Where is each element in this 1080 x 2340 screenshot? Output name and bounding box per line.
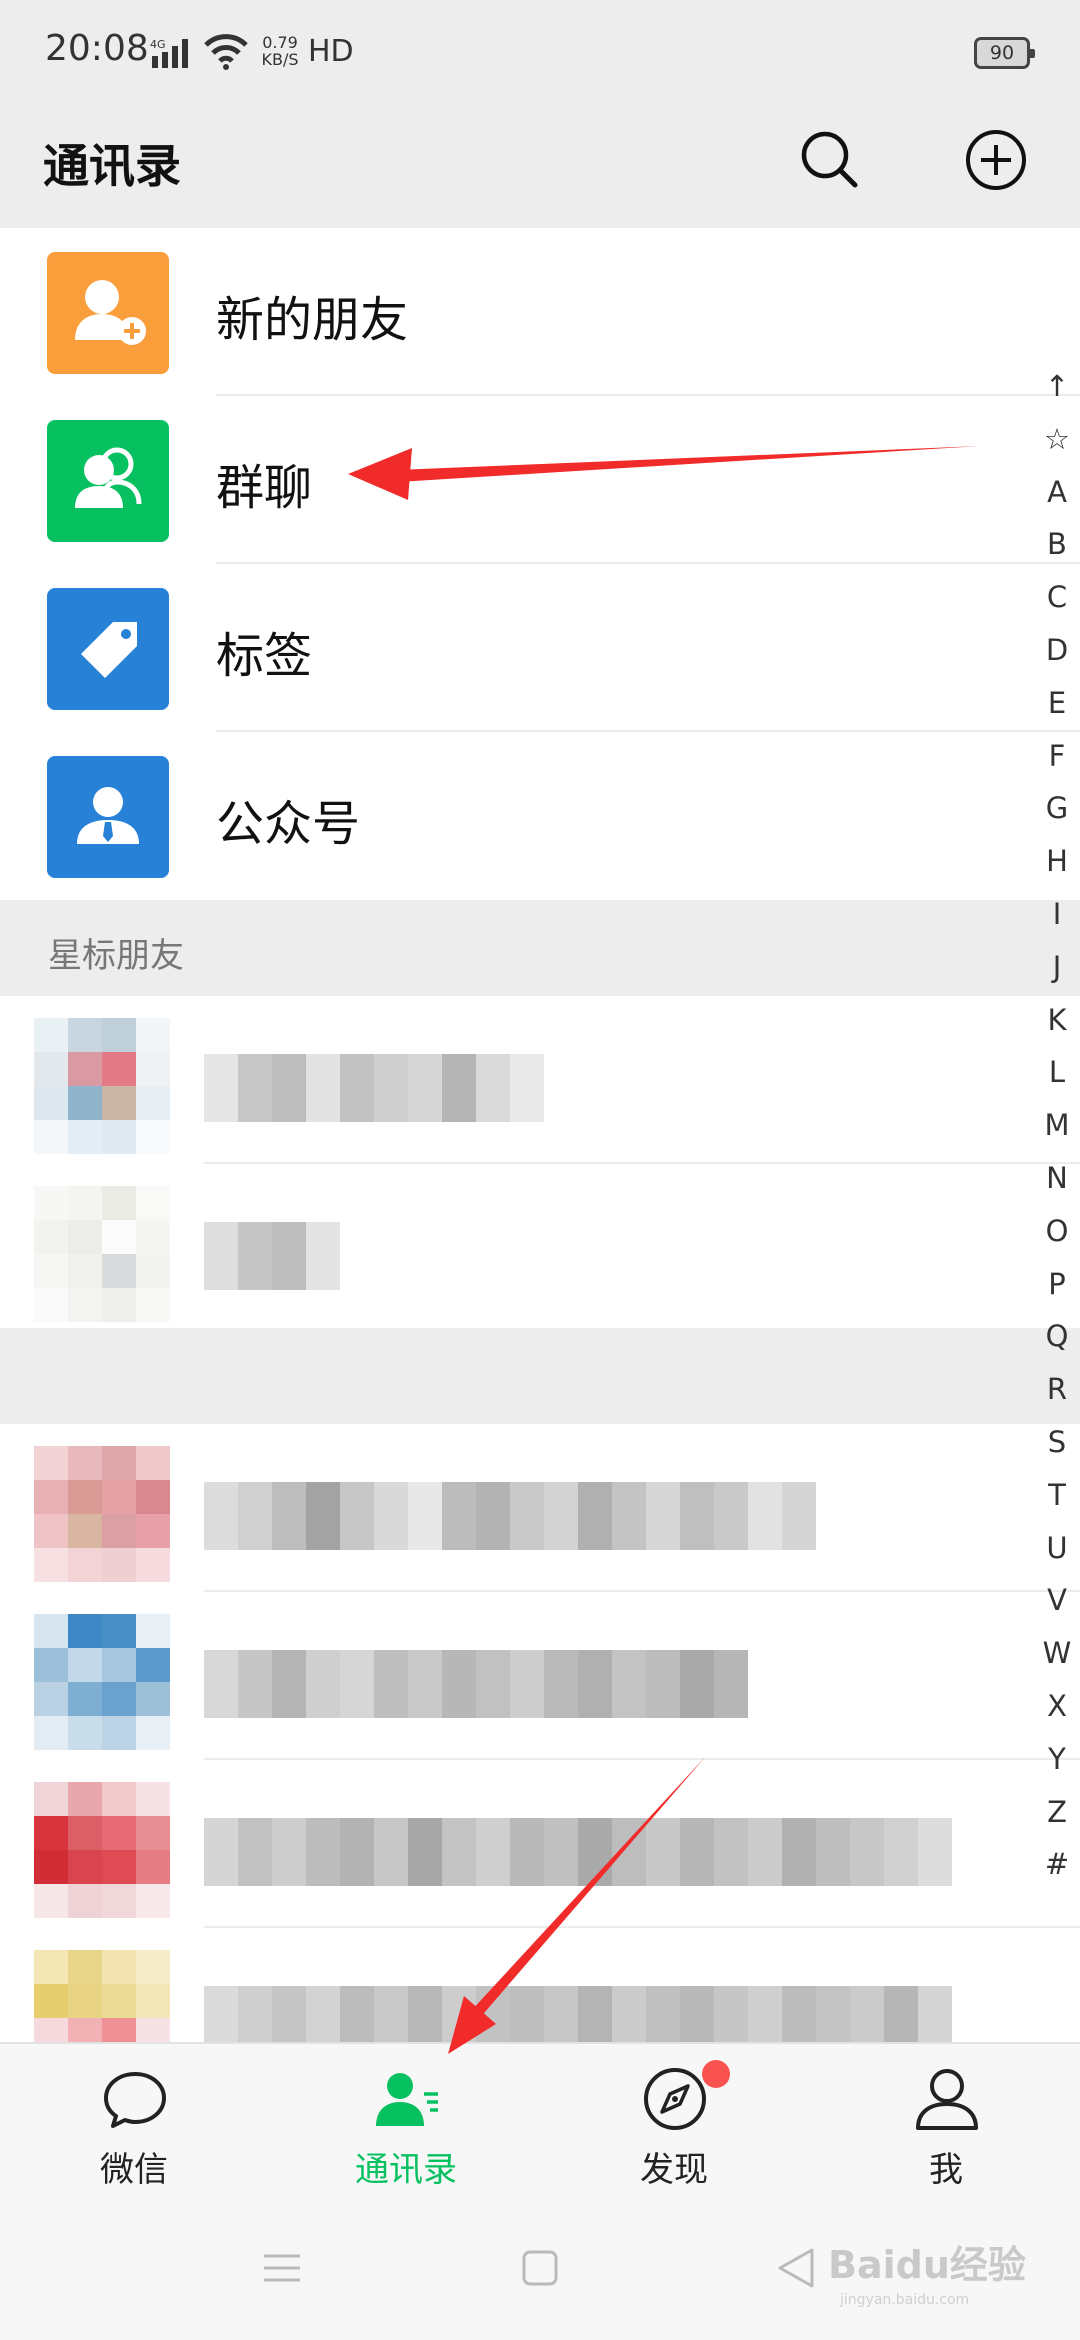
network-speed-unit: KB/S — [261, 50, 299, 69]
tab-discover[interactable]: 发现 — [574, 2044, 774, 2200]
system-navigation-bar: Baidu经验 jingyan.baidu.com — [0, 2198, 1080, 2340]
tag-icon — [47, 588, 169, 710]
index-letter[interactable]: B — [1034, 518, 1080, 571]
index-letter[interactable]: I — [1034, 888, 1080, 941]
baidu-watermark: Baidu经验 jingyan.baidu.com — [828, 2243, 1026, 2308]
index-letter[interactable]: G — [1034, 782, 1080, 835]
feature-label: 群聊 — [216, 460, 313, 516]
tab-me[interactable]: 我 — [846, 2044, 1046, 2200]
index-letter[interactable]: F — [1034, 730, 1080, 783]
list-item-group-chats[interactable]: 群聊 — [0, 396, 1080, 564]
feature-list: 新的朋友 群聊 标签 公众号 — [0, 228, 1080, 900]
list-item-tags[interactable]: 标签 — [0, 564, 1080, 732]
alphabet-index[interactable]: ↑ ☆ A B C D E F G H I J K L M N O P Q R S T U V W X Y Z # — [1034, 360, 1080, 1891]
status-bar: 20:08 4G 0.79 KB/S HD 90 — [0, 0, 1080, 108]
group-chat-icon — [47, 420, 169, 542]
bottom-tab-bar: 微信 通讯录 发现 我 — [0, 2042, 1080, 2198]
index-letter[interactable]: C — [1034, 571, 1080, 624]
list-item-new-friends[interactable]: 新的朋友 — [0, 228, 1080, 396]
avatar — [34, 1782, 170, 1918]
blurred-name — [204, 1986, 952, 2042]
index-letter[interactable]: ☆ — [1034, 413, 1080, 466]
index-letter[interactable]: L — [1034, 1046, 1080, 1099]
chat-bubble-icon — [104, 2072, 166, 2128]
avatar — [34, 1950, 170, 2042]
index-letter[interactable]: # — [1034, 1838, 1080, 1891]
page-title: 通讯录 — [43, 139, 181, 193]
index-letter[interactable]: J — [1034, 941, 1080, 994]
avatar — [34, 1614, 170, 1750]
index-letter[interactable]: S — [1034, 1416, 1080, 1469]
index-letter[interactable]: P — [1034, 1258, 1080, 1311]
feature-label: 标签 — [216, 628, 313, 684]
section-header — [0, 1328, 1080, 1424]
index-letter[interactable]: A — [1034, 466, 1080, 519]
network-speed-value: 0.79 — [262, 33, 298, 52]
index-letter[interactable]: V — [1034, 1574, 1080, 1627]
list-item[interactable] — [0, 996, 1080, 1164]
feature-label: 新的朋友 — [216, 292, 409, 348]
blurred-name — [204, 1482, 816, 1550]
blurred-name — [204, 1818, 952, 1886]
tab-label: 我 — [929, 2150, 963, 2190]
index-letter[interactable]: M — [1034, 1099, 1080, 1152]
list-item[interactable] — [0, 1424, 1080, 1592]
avatar — [34, 1446, 170, 1582]
app-header: 通讯录 — [0, 108, 1080, 228]
contacts-icon — [376, 2073, 438, 2126]
index-letter[interactable]: R — [1034, 1363, 1080, 1416]
svg-text:jingyan.baidu.com: jingyan.baidu.com — [839, 2292, 969, 2308]
hd-indicator: HD — [308, 34, 354, 69]
list-item-official-accounts[interactable]: 公众号 — [0, 732, 1080, 900]
wifi-icon — [204, 34, 248, 70]
add-friend-icon — [47, 252, 169, 374]
index-letter[interactable]: E — [1034, 677, 1080, 730]
battery-indicator: 90 — [974, 37, 1035, 69]
index-letter[interactable]: H — [1034, 835, 1080, 888]
network-type-label: 4G — [150, 38, 166, 51]
blurred-name — [204, 1650, 748, 1718]
list-item[interactable] — [0, 1760, 1080, 1928]
search-icon[interactable] — [798, 128, 860, 190]
list-item[interactable] — [0, 1592, 1080, 1760]
index-letter[interactable]: X — [1034, 1680, 1080, 1733]
compass-icon — [644, 2068, 706, 2130]
index-letter[interactable]: T — [1034, 1469, 1080, 1522]
blurred-name — [204, 1222, 340, 1290]
network-speed: 0.79 KB/S — [255, 34, 305, 68]
status-time: 20:08 — [45, 28, 149, 69]
tab-chats[interactable]: 微信 — [34, 2044, 234, 2200]
feature-label: 公众号 — [216, 796, 361, 852]
index-letter[interactable]: Q — [1034, 1310, 1080, 1363]
tab-label: 微信 — [100, 2150, 168, 2190]
index-letter[interactable]: W — [1034, 1627, 1080, 1680]
plus-circle-icon[interactable] — [964, 128, 1028, 192]
index-letter[interactable]: K — [1034, 994, 1080, 1047]
index-letter[interactable]: N — [1034, 1152, 1080, 1205]
index-letter[interactable]: Y — [1034, 1733, 1080, 1786]
section-title: 星标朋友 — [48, 936, 184, 976]
contact-list — [0, 996, 1080, 2042]
tab-label: 发现 — [640, 2150, 708, 2190]
avatar — [34, 1186, 170, 1322]
person-icon — [916, 2069, 978, 2130]
index-letter[interactable]: O — [1034, 1205, 1080, 1258]
notification-dot — [702, 2060, 730, 2088]
index-letter[interactable]: D — [1034, 624, 1080, 677]
home-icon[interactable] — [520, 2248, 560, 2288]
blurred-name — [204, 1054, 544, 1122]
index-letter[interactable]: Z — [1034, 1786, 1080, 1839]
tab-label: 通讯录 — [355, 2150, 457, 2190]
index-letter[interactable]: ↑ — [1034, 360, 1080, 413]
cellular-signal-icon: 4G — [150, 38, 188, 68]
menu-icon[interactable] — [262, 2248, 302, 2288]
section-header-starred: 星标朋友 — [0, 900, 1080, 996]
list-item[interactable] — [0, 1928, 1080, 2042]
list-item[interactable] — [0, 1164, 1080, 1332]
official-account-icon — [47, 756, 169, 878]
svg-text:Baidu经验: Baidu经验 — [828, 2243, 1026, 2287]
avatar — [34, 1018, 170, 1154]
tab-contacts[interactable]: 通讯录 — [306, 2044, 506, 2200]
index-letter[interactable]: U — [1034, 1522, 1080, 1575]
